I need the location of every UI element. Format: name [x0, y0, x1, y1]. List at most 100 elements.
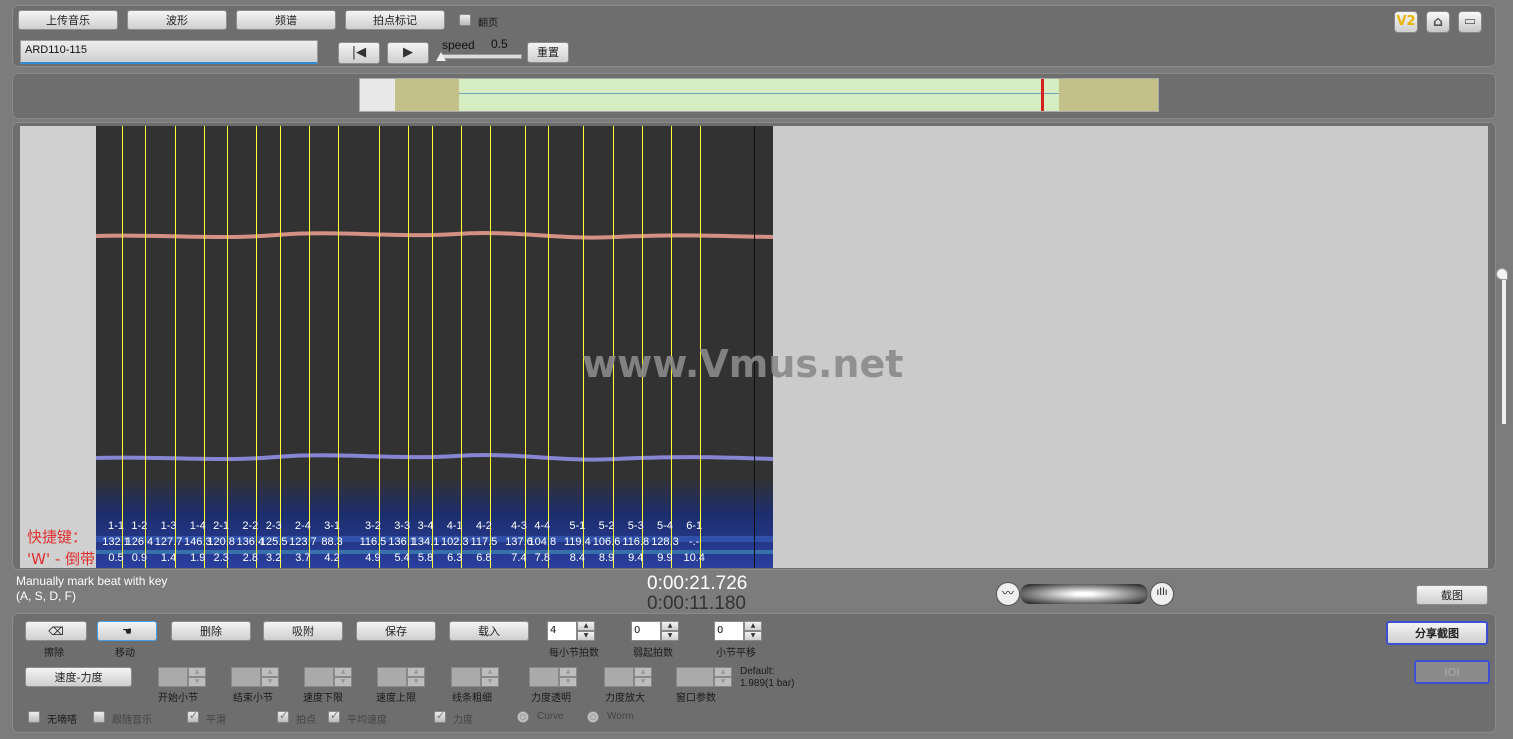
home-button[interactable]: ⌂ — [1426, 11, 1450, 33]
beat-line[interactable] — [338, 126, 340, 568]
pickup-stepper[interactable]: 0 ▲ ▼ — [631, 621, 679, 641]
end-bar-up[interactable]: ▲ — [261, 667, 279, 677]
overview-strip[interactable] — [359, 78, 1159, 112]
beats-per-bar-value[interactable]: 4 — [547, 621, 577, 641]
window-param-stepper[interactable]: ▲ ▼ — [676, 667, 732, 687]
beat-line[interactable] — [548, 126, 550, 568]
erase-button[interactable]: ⌫ — [25, 621, 87, 641]
tempo-min-down[interactable]: ▼ — [334, 677, 352, 687]
dyn-transparency-stepper[interactable]: ▲ ▼ — [529, 667, 577, 687]
follow-music-checkbox[interactable] — [93, 711, 105, 723]
load-button[interactable]: 载入 — [449, 621, 529, 641]
v2-button[interactable]: V2 — [1394, 11, 1418, 33]
reset-button[interactable]: 重置 — [527, 42, 569, 63]
waveform-button[interactable]: 波形 — [127, 10, 227, 30]
overview-visible-window[interactable] — [459, 79, 1059, 111]
beats-per-bar-down[interactable]: ▼ — [577, 631, 595, 641]
tempo-min-value[interactable] — [304, 667, 334, 687]
move-button[interactable]: ☚ — [97, 621, 157, 641]
fullscreen-button[interactable]: ▭ — [1458, 11, 1482, 33]
beat-line[interactable] — [460, 126, 462, 568]
dyn-transparency-up[interactable]: ▲ — [559, 667, 577, 677]
play-button[interactable]: ▶ — [387, 42, 429, 64]
spectrum-button[interactable]: 频谱 — [236, 10, 336, 30]
dyn-scale-up[interactable]: ▲ — [634, 667, 652, 677]
dynamics-checkbox[interactable] — [434, 709, 446, 723]
metronome-checkbox[interactable] — [28, 711, 40, 723]
tempo-min-up[interactable]: ▲ — [334, 667, 352, 677]
bar-shift-value[interactable]: 0 — [714, 621, 744, 641]
vertical-scroll-track[interactable] — [1502, 274, 1506, 424]
dyn-transparency-value[interactable] — [529, 667, 559, 687]
bar-shift-stepper[interactable]: 0 ▲ ▼ — [714, 621, 762, 641]
line-width-up[interactable]: ▲ — [481, 667, 499, 677]
tempo-max-down[interactable]: ▼ — [407, 677, 425, 687]
start-bar-down[interactable]: ▼ — [188, 677, 206, 687]
line-width-down[interactable]: ▼ — [481, 677, 499, 687]
waveform-zoom-in-icon[interactable]: 〰 — [996, 582, 1020, 606]
dyn-scale-stepper[interactable]: ▲ ▼ — [604, 667, 652, 687]
zoom-control[interactable]: 〰 ıllı — [996, 582, 1174, 606]
beat-line[interactable] — [227, 126, 229, 568]
beat-line[interactable] — [279, 126, 281, 568]
beat-line[interactable] — [122, 126, 123, 568]
beat-line[interactable] — [174, 126, 176, 568]
start-bar-up[interactable]: ▲ — [188, 667, 206, 677]
dyn-scale-value[interactable] — [604, 667, 634, 687]
snap-button[interactable]: 吸附 — [263, 621, 343, 641]
tempo-max-up[interactable]: ▲ — [407, 667, 425, 677]
beat-line[interactable] — [489, 126, 491, 568]
pickup-down[interactable]: ▼ — [661, 631, 679, 641]
beat-line[interactable] — [203, 126, 205, 568]
speed-slider-track[interactable] — [440, 54, 522, 59]
beat-line[interactable] — [145, 126, 147, 568]
pickup-up[interactable]: ▲ — [661, 621, 679, 631]
beat-line[interactable] — [524, 126, 526, 568]
tempo-max-stepper[interactable]: ▲ ▼ — [377, 667, 425, 687]
window-param-up[interactable]: ▲ — [714, 667, 732, 677]
start-bar-value[interactable] — [158, 667, 188, 687]
beats-per-bar-stepper[interactable]: 4 ▲ ▼ — [547, 621, 595, 641]
bar-shift-up[interactable]: ▲ — [744, 621, 762, 631]
beats-per-bar-up[interactable]: ▲ — [577, 621, 595, 631]
dyn-scale-down[interactable]: ▼ — [634, 677, 652, 687]
smooth-checkbox[interactable] — [187, 709, 199, 723]
line-width-stepper[interactable]: ▲ ▼ — [451, 667, 499, 687]
rewind-start-button[interactable]: |◀ — [338, 42, 380, 64]
end-bar-down[interactable]: ▼ — [261, 677, 279, 687]
tempo-min-stepper[interactable]: ▲ ▼ — [304, 667, 352, 687]
beat-line[interactable] — [378, 126, 380, 568]
bar-shift-down[interactable]: ▼ — [744, 631, 762, 641]
speed-slider-thumb[interactable] — [436, 52, 446, 61]
beat-point-checkbox[interactable] — [277, 709, 289, 723]
save-button[interactable]: 保存 — [356, 621, 436, 641]
file-name-field[interactable]: ARD110-115 — [20, 40, 318, 64]
beat-line[interactable] — [431, 126, 433, 568]
tempo-max-value[interactable] — [377, 667, 407, 687]
beat-line[interactable] — [256, 126, 258, 568]
upload-music-button[interactable]: 上传音乐 — [18, 10, 118, 30]
screenshot-button[interactable]: 截图 — [1416, 585, 1488, 605]
ioi-button[interactable]: IOI — [1414, 660, 1490, 684]
end-bar-value[interactable] — [231, 667, 261, 687]
window-param-down[interactable]: ▼ — [714, 677, 732, 687]
window-param-value[interactable] — [676, 667, 714, 687]
line-width-value[interactable] — [451, 667, 481, 687]
page-turn-checkbox[interactable] — [459, 14, 471, 26]
end-bar-stepper[interactable]: ▲ ▼ — [231, 667, 279, 687]
avg-tempo-checkbox[interactable] — [328, 709, 340, 723]
tempo-dynamics-button[interactable]: 速度-力度 — [25, 667, 132, 687]
pickup-value[interactable]: 0 — [631, 621, 661, 641]
start-bar-stepper[interactable]: ▲ ▼ — [158, 667, 206, 687]
share-screenshot-button[interactable]: 分享截图 — [1386, 621, 1488, 645]
overview-playhead[interactable] — [1040, 79, 1044, 111]
beat-line[interactable] — [408, 126, 410, 568]
worm-radio[interactable] — [587, 711, 599, 723]
zoom-slider[interactable] — [1020, 584, 1148, 604]
waveform-zoom-out-icon[interactable]: ıllı — [1150, 582, 1174, 606]
delete-button[interactable]: 删除 — [171, 621, 251, 641]
vertical-scroll-handle[interactable] — [1496, 268, 1508, 280]
beat-line[interactable] — [308, 126, 310, 568]
beat-mark-button[interactable]: 拍点标记 — [345, 10, 445, 30]
curve-radio[interactable] — [517, 711, 529, 723]
